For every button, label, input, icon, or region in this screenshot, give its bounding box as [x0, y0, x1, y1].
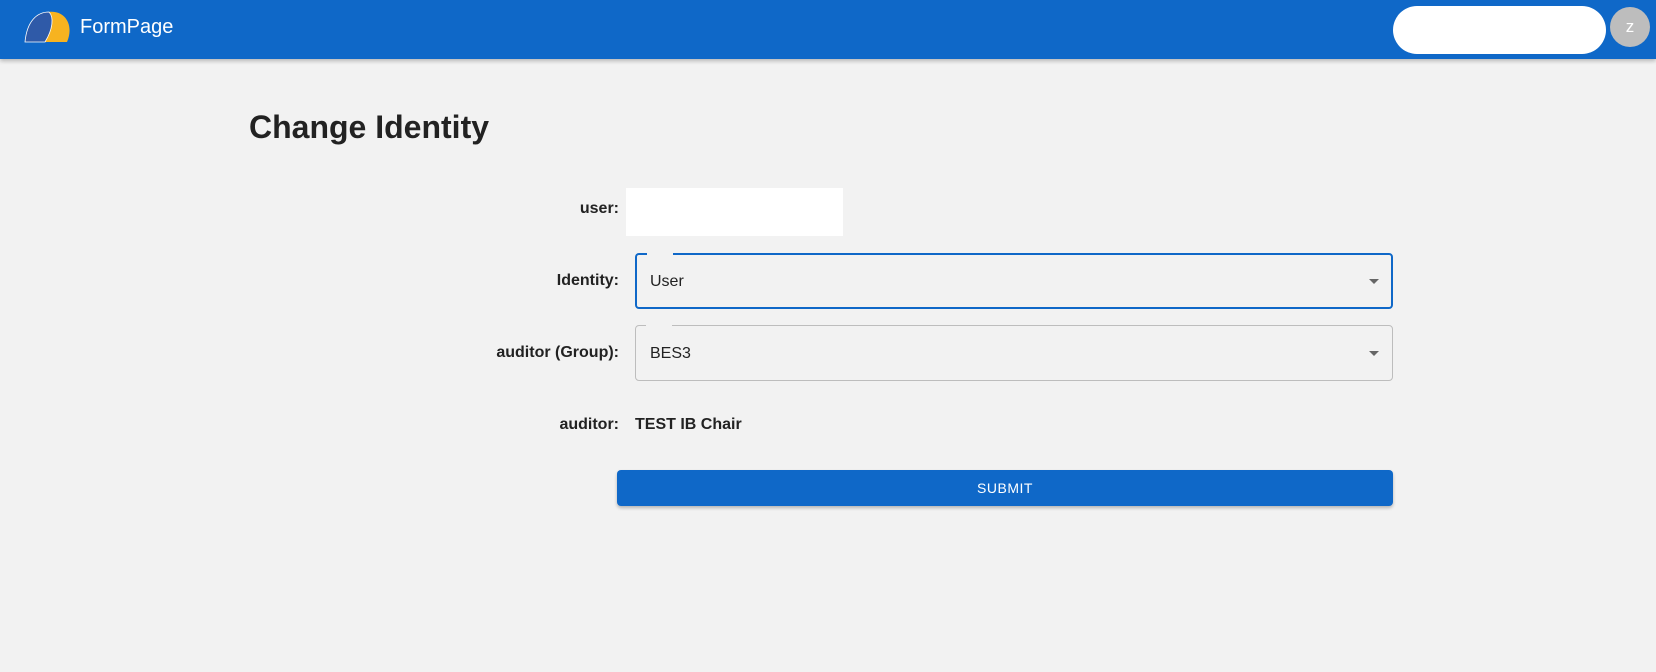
select-notch	[646, 324, 672, 328]
page-title: Change Identity	[249, 109, 490, 145]
identity-label: Identity:	[556, 272, 619, 289]
auditor-group-select-value: BES3	[650, 345, 691, 362]
identity-select[interactable]: User	[635, 253, 1393, 309]
user-input[interactable]	[626, 188, 843, 236]
auditor-group-label: auditor (Group):	[496, 344, 619, 361]
auditor-label: auditor:	[559, 416, 619, 433]
submit-button[interactable]: Submit	[617, 470, 1393, 506]
app-bar: FormPage z	[0, 0, 1656, 59]
formpage-logo-icon[interactable]	[23, 11, 73, 43]
avatar[interactable]: z	[1610, 7, 1650, 47]
auditor-value: TEST IB Chair	[635, 416, 742, 433]
identity-select-value: User	[650, 273, 684, 290]
user-label: user:	[579, 200, 619, 217]
app-title[interactable]: FormPage	[80, 15, 173, 39]
dropdown-arrow-icon	[1369, 279, 1379, 284]
dropdown-arrow-icon	[1369, 351, 1379, 356]
search-input[interactable]	[1393, 6, 1606, 54]
auditor-group-select[interactable]: BES3	[635, 324, 1393, 381]
select-notch	[647, 253, 673, 257]
